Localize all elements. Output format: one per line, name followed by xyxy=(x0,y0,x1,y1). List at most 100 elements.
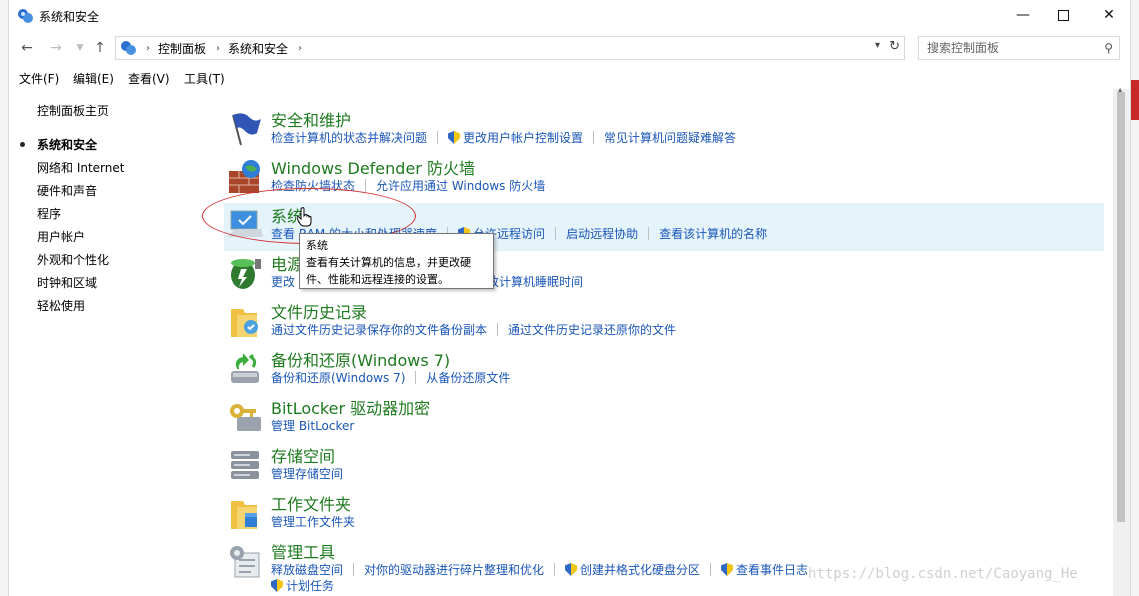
task-link[interactable]: 通过文件历史记录保存你的文件备份副本 xyxy=(271,321,487,338)
category-links-row2: 计划任务 xyxy=(271,577,334,594)
forward-button[interactable]: → xyxy=(47,38,65,58)
menu-view[interactable]: 查看(V) xyxy=(128,70,170,87)
breadcrumb-control-panel[interactable]: 控制面板 xyxy=(158,40,206,57)
task-link-partition[interactable]: 创建并格式化硬盘分区 xyxy=(565,561,700,578)
task-link[interactable]: 对你的驱动器进行碎片整理和优化 xyxy=(364,561,544,578)
task-link[interactable]: 管理存储空间 xyxy=(271,465,343,482)
sidebar-item-clock-region[interactable]: 时钟和区域 xyxy=(37,274,97,291)
link-divider xyxy=(648,227,650,240)
title-bar[interactable]: 系统和安全 — ✕ xyxy=(9,0,1130,32)
task-link-label: 查看事件日志 xyxy=(736,563,809,577)
task-link[interactable]: 查看该计算机的名称 xyxy=(659,225,767,242)
search-placeholder: 搜索控制面板 xyxy=(927,41,1000,55)
folder-history-icon[interactable] xyxy=(227,303,263,339)
link-divider xyxy=(437,131,439,144)
storage-icon[interactable] xyxy=(227,447,263,483)
task-link[interactable]: 启动远程协助 xyxy=(566,225,638,242)
task-link[interactable]: 释放磁盘空间 xyxy=(271,561,343,578)
back-arrow-icon: ← xyxy=(21,40,33,56)
link-divider xyxy=(593,131,595,144)
uac-shield-icon xyxy=(271,579,283,592)
category-title[interactable]: 文件历史记录 xyxy=(271,299,367,323)
task-link[interactable]: 备份和还原(Windows 7) xyxy=(271,369,405,386)
sidebar-item-appearance[interactable]: 外观和个性化 xyxy=(37,251,109,268)
link-divider xyxy=(497,323,499,336)
link-divider xyxy=(554,563,556,576)
category-title[interactable]: 工作文件夹 xyxy=(271,491,351,515)
breadcrumb-separator-icon[interactable]: › xyxy=(216,43,220,54)
sidebar-item-system-security[interactable]: 系统和安全 xyxy=(20,136,97,153)
current-item-bullet xyxy=(20,142,25,147)
category-links: 释放磁盘空间 对你的驱动器进行碎片整理和优化 创建并格式化硬盘分区 查看事件日志 xyxy=(271,561,808,578)
task-link[interactable]: 更改 xyxy=(271,273,295,290)
watermark: https://blog.csdn.net/Caoyang_He xyxy=(808,566,1078,582)
up-button[interactable]: ↑ xyxy=(91,38,109,58)
category-links: 管理工作文件夹 xyxy=(271,513,355,530)
address-bar[interactable]: › 控制面板 › 系统和安全 › ▾ ↻ xyxy=(115,36,905,60)
task-link-label: 创建并格式化硬盘分区 xyxy=(580,563,701,577)
category-storage-spaces: 存储空间 管理存储空间 xyxy=(224,443,1104,491)
sidebar-item-user-accounts[interactable]: 用户帐户 xyxy=(37,228,85,245)
uac-shield-icon xyxy=(565,563,578,576)
category-title[interactable]: Windows Defender 防火墙 xyxy=(271,155,475,179)
breadcrumb-system-security[interactable]: 系统和安全 xyxy=(228,40,288,57)
tooltip-body: 查看有关计算机的信息，并更改硬件、性能和远程连接的设置。 xyxy=(306,256,471,286)
maximize-button[interactable] xyxy=(1040,0,1086,30)
category-title[interactable]: 存储空间 xyxy=(271,443,335,467)
admin-tools-icon[interactable] xyxy=(227,543,263,579)
close-icon: ✕ xyxy=(1103,7,1115,23)
firewall-icon[interactable] xyxy=(227,159,263,195)
uac-shield-icon xyxy=(448,131,461,144)
recent-locations-button[interactable]: ▼ xyxy=(71,38,89,58)
menu-file[interactable]: 文件(F) xyxy=(19,70,59,87)
close-button[interactable]: ✕ xyxy=(1086,0,1132,30)
task-link[interactable]: 常见计算机问题疑难解答 xyxy=(604,129,736,146)
task-link-uac[interactable]: 更改用户帐户控制设置 xyxy=(448,129,583,146)
task-link[interactable]: 管理工作文件夹 xyxy=(271,513,355,530)
chevron-down-icon: ▼ xyxy=(76,43,84,53)
forward-arrow-icon: → xyxy=(50,40,62,56)
battery-icon[interactable] xyxy=(227,255,263,291)
sidebar-item-home[interactable]: 控制面板主页 xyxy=(37,102,109,119)
backup-icon[interactable] xyxy=(227,351,263,387)
category-backup-restore: 备份和还原(Windows 7) 备份和还原(Windows 7) 从备份还原文… xyxy=(224,347,1104,395)
refresh-icon[interactable]: ↻ xyxy=(889,39,900,54)
task-link-scheduled[interactable]: 计划任务 xyxy=(271,577,334,594)
category-links: 通过文件历史记录保存你的文件备份副本 通过文件历史记录还原你的文件 xyxy=(271,321,676,338)
search-input[interactable]: 搜索控制面板 ⚲ xyxy=(918,36,1120,60)
category-title[interactable]: 安全和维护 xyxy=(271,107,351,131)
search-icon[interactable]: ⚲ xyxy=(1104,37,1113,59)
link-divider xyxy=(415,371,417,384)
address-dropdown-icon[interactable]: ▾ xyxy=(875,40,880,51)
task-link[interactable]: 管理 BitLocker xyxy=(271,417,354,434)
task-link-event-log[interactable]: 查看事件日志 xyxy=(721,561,808,578)
address-row: ← → ▼ ↑ › 控制面板 › 系统和安全 › ▾ ↻ 搜索控制面板 ⚲ xyxy=(9,34,1130,62)
sidebar-item-network[interactable]: 网络和 Internet xyxy=(37,159,124,176)
category-title[interactable]: 备份和还原(Windows 7) xyxy=(271,347,450,371)
category-title[interactable]: 管理工具 xyxy=(271,539,335,563)
hand-cursor-icon xyxy=(297,207,312,227)
breadcrumb-separator-icon[interactable]: › xyxy=(146,43,150,54)
window-title: 系统和安全 xyxy=(39,10,100,24)
tooltip-title: 系统 xyxy=(306,239,328,252)
breadcrumb-separator-icon[interactable]: › xyxy=(298,43,302,54)
back-button[interactable]: ← xyxy=(18,38,36,58)
task-link[interactable]: 通过文件历史记录还原你的文件 xyxy=(508,321,676,338)
category-security-maintenance: 安全和维护 检查计算机的状态并解决问题 更改用户帐户控制设置 常见计算机问题疑难… xyxy=(224,107,1104,155)
category-title[interactable]: BitLocker 驱动器加密 xyxy=(271,395,430,419)
category-file-history: 文件历史记录 通过文件历史记录保存你的文件备份副本 通过文件历史记录还原你的文件 xyxy=(224,299,1104,347)
flag-icon[interactable] xyxy=(227,111,263,147)
sidebar-item-programs[interactable]: 程序 xyxy=(37,205,61,222)
link-divider xyxy=(353,563,355,576)
sidebar-item-ease-of-access[interactable]: 轻松使用 xyxy=(37,297,85,314)
menu-edit[interactable]: 编辑(E) xyxy=(73,70,114,87)
sidebar-item-hardware[interactable]: 硬件和声音 xyxy=(37,182,97,199)
task-link[interactable]: 允许应用通过 Windows 防火墙 xyxy=(376,177,545,194)
scrollbar-thumb[interactable] xyxy=(1117,92,1125,522)
task-link[interactable]: 从备份还原文件 xyxy=(426,369,510,386)
task-link-label: 计划任务 xyxy=(286,579,335,593)
menu-tools[interactable]: 工具(T) xyxy=(184,70,225,87)
work-folder-icon[interactable] xyxy=(227,495,263,531)
task-link[interactable]: 检查计算机的状态并解决问题 xyxy=(271,129,427,146)
bitlocker-key-icon[interactable] xyxy=(227,399,263,435)
